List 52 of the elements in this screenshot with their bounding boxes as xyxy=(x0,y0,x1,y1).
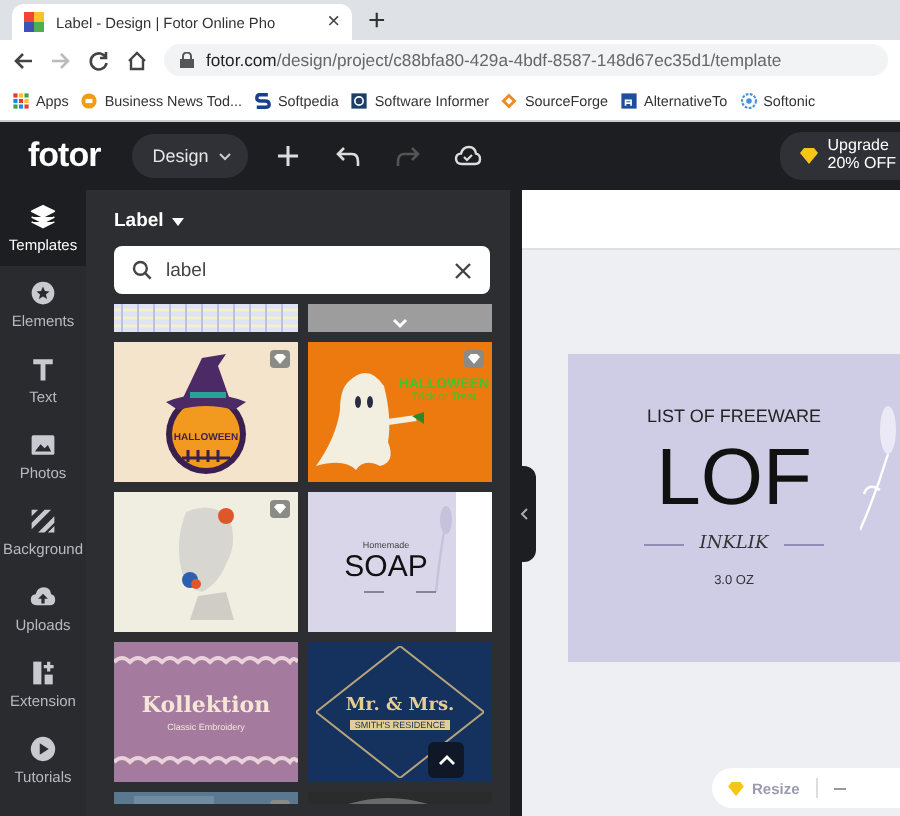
text-icon xyxy=(30,355,56,381)
design-menu-button[interactable]: Design xyxy=(132,134,249,178)
template-thumbnail[interactable] xyxy=(114,304,298,332)
search-field[interactable]: label xyxy=(114,246,490,294)
layers-icon xyxy=(30,203,56,229)
search-icon xyxy=(132,260,152,280)
lock-icon xyxy=(180,52,194,68)
reload-icon[interactable] xyxy=(88,49,110,71)
colorful-app-icon xyxy=(24,12,44,32)
template-thumbnail[interactable] xyxy=(308,792,492,804)
template-thumbnail[interactable] xyxy=(308,304,492,332)
cloud-upload-icon xyxy=(30,583,56,609)
diamond-icon xyxy=(799,148,818,164)
card-title: Mr. & Mrs. xyxy=(345,695,455,715)
undo-icon[interactable] xyxy=(334,142,363,170)
witch-hat-drawing xyxy=(166,354,246,474)
upgrade-button[interactable]: Upgrade 20% OFF xyxy=(779,132,900,180)
extension-icon xyxy=(30,659,56,685)
site-logo-icon xyxy=(253,91,272,109)
scroll-to-top-button[interactable] xyxy=(428,742,464,778)
design-subtitle: INKLIK xyxy=(699,534,769,554)
play-icon xyxy=(30,735,56,761)
site-logo-icon xyxy=(80,91,99,109)
card-title: Kollektion xyxy=(141,692,271,718)
home-icon[interactable] xyxy=(126,49,148,71)
dropdown-arrow-icon xyxy=(171,217,184,225)
card-title: SOAP xyxy=(344,550,428,584)
template-thumbnail[interactable] xyxy=(114,792,298,804)
cloud-check-icon[interactable] xyxy=(454,142,483,170)
address-bar[interactable]: fotor.com/design/project/c88bfa80-429a-4bdf-8587-148d67ec35d1/template xyxy=(164,44,888,76)
url-text: fotor.com/design/project/c88bfa80-429a-4bdf-8587-148d67ec35d1/template xyxy=(206,50,782,70)
chevron-down-icon xyxy=(218,151,233,161)
clear-icon[interactable] xyxy=(454,261,472,279)
close-tab-button[interactable]: × xyxy=(327,10,340,34)
chevron-up-icon xyxy=(437,754,455,766)
chevron-left-icon xyxy=(519,508,527,520)
site-logo-icon xyxy=(500,91,519,109)
category-dropdown[interactable]: Label xyxy=(114,210,184,232)
template-card[interactable] xyxy=(114,492,298,632)
image-icon xyxy=(30,431,56,457)
add-icon[interactable] xyxy=(274,142,303,170)
site-logo-icon xyxy=(739,91,758,109)
fotor-logo[interactable]: fotor xyxy=(28,136,101,176)
new-tab-button[interactable]: + xyxy=(368,5,386,35)
back-icon[interactable] xyxy=(12,49,34,71)
apps-grid-icon xyxy=(12,91,30,109)
diamond-icon xyxy=(728,781,744,795)
stripes-icon xyxy=(30,507,56,533)
site-logo-icon xyxy=(350,91,369,109)
design-heading: LIST OF FREEWARE xyxy=(646,406,821,426)
site-logo-icon xyxy=(620,91,639,109)
design-title: LOF xyxy=(656,438,812,518)
